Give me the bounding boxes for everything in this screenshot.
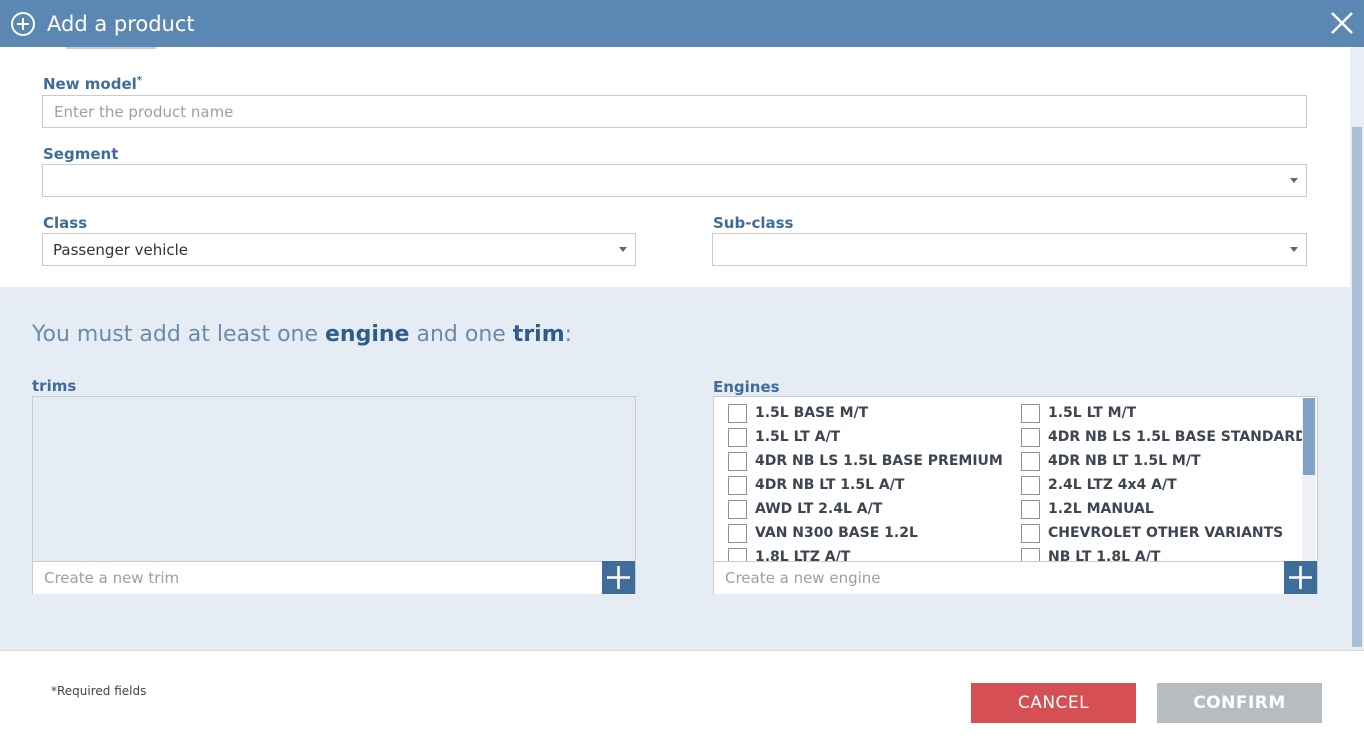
engine-label: 1.8L LTZ A/T: [755, 549, 851, 561]
cancel-button[interactable]: CANCEL: [971, 683, 1136, 723]
engines-scrollbar-thumb[interactable]: [1303, 398, 1315, 475]
segment-select[interactable]: [42, 164, 1307, 197]
create-engine-input[interactable]: [714, 562, 1284, 594]
engine-label: VAN N300 BASE 1.2L: [755, 525, 918, 541]
engine-label: CHEVROLET OTHER VARIANTS: [1048, 525, 1284, 541]
plus-icon: [607, 566, 630, 589]
engine-option[interactable]: 1.5L LT M/T: [1021, 402, 1136, 424]
trims-label: trims: [32, 377, 77, 395]
engine-option[interactable]: 4DR NB LT 1.5L A/T: [728, 474, 904, 496]
engine-label: 1.5L BASE M/T: [755, 405, 869, 421]
class-value: Passenger vehicle: [53, 241, 189, 259]
confirm-button[interactable]: CONFIRM: [1157, 683, 1322, 723]
dialog-scrollbar-thumb[interactable]: [1352, 127, 1362, 647]
engine-label: NB LT 1.8L A/T: [1048, 549, 1161, 561]
engine-option[interactable]: VAN N300 BASE 1.2L: [728, 522, 918, 544]
engine-checkbox[interactable]: [1021, 475, 1040, 495]
engines-scrollbar[interactable]: [1302, 398, 1316, 561]
create-trim-input[interactable]: [33, 562, 602, 594]
engine-checkbox[interactable]: [728, 427, 747, 447]
engine-checkbox[interactable]: [728, 451, 747, 471]
engine-option[interactable]: 4DR NB LS 1.5L BASE PREMIUM: [728, 450, 1003, 472]
engine-checkbox[interactable]: [728, 475, 747, 495]
new-model-label: New model*: [43, 75, 143, 93]
engine-label: 4DR NB LS 1.5L BASE STANDARD: [1048, 429, 1302, 445]
trims-list[interactable]: [32, 396, 636, 594]
caret-down-icon: [1290, 178, 1298, 183]
engine-option[interactable]: 4DR NB LS 1.5L BASE STANDARD: [1021, 426, 1302, 448]
required-fields-note: *Required fields: [51, 684, 147, 698]
engine-label: 4DR NB LS 1.5L BASE PREMIUM: [755, 453, 1003, 469]
engine-checkbox[interactable]: [1021, 547, 1040, 561]
caret-down-icon: [1290, 247, 1298, 252]
add-product-dialog: Add a product New model* Segment Class P…: [0, 0, 1364, 741]
scrolled-content-remnant: [66, 47, 166, 52]
engine-option[interactable]: 4DR NB LT 1.5L M/T: [1021, 450, 1201, 472]
footer-divider: [0, 650, 1364, 651]
create-trim-field[interactable]: [33, 561, 602, 594]
engine-checkbox[interactable]: [728, 403, 747, 423]
engine-label: 4DR NB LT 1.5L M/T: [1048, 453, 1201, 469]
close-icon[interactable]: [1328, 9, 1356, 37]
instruction-text: You must add at least one engine and one…: [32, 322, 573, 347]
new-model-input[interactable]: [43, 96, 1306, 127]
engine-items: 1.5L BASE M/T 1.5L LT M/T 1.5L LT A/T 4DR N…: [714, 397, 1302, 561]
engine-checkbox[interactable]: [728, 499, 747, 519]
engine-label: 2.4L LTZ 4x4 A/T: [1048, 477, 1177, 493]
engine-checkbox[interactable]: [728, 547, 747, 561]
plus-icon: [1289, 566, 1312, 589]
class-select[interactable]: Passenger vehicle: [42, 233, 636, 266]
engine-checkbox[interactable]: [1021, 451, 1040, 471]
engine-option[interactable]: 1.8L LTZ A/T: [728, 546, 850, 561]
required-mark: *: [136, 75, 143, 86]
engines-label: Engines: [713, 378, 780, 396]
add-trim-button[interactable]: [602, 561, 635, 594]
engine-checkbox[interactable]: [728, 523, 747, 543]
engine-checkbox[interactable]: [1021, 499, 1040, 519]
engine-option[interactable]: 1.2L MANUAL: [1021, 498, 1154, 520]
plus-circle-icon: [11, 11, 35, 36]
segment-label: Segment: [43, 145, 119, 163]
add-engine-button[interactable]: [1284, 561, 1317, 594]
engines-list[interactable]: 1.5L BASE M/T 1.5L LT M/T 1.5L LT A/T 4DR N…: [713, 396, 1318, 594]
engine-option[interactable]: NB LT 1.8L A/T: [1021, 546, 1160, 561]
dialog-header: Add a product: [0, 0, 1364, 47]
engine-checkbox[interactable]: [1021, 427, 1040, 447]
dialog-title: Add a product: [47, 11, 195, 36]
caret-down-icon: [619, 247, 627, 252]
engine-label: 1.5L LT A/T: [755, 429, 841, 445]
engine-checkbox[interactable]: [1021, 523, 1040, 543]
subclass-select[interactable]: [712, 233, 1307, 266]
engine-label: 1.2L MANUAL: [1048, 501, 1154, 517]
subclass-label: Sub-class: [713, 214, 794, 232]
engine-option[interactable]: CHEVROLET OTHER VARIANTS: [1021, 522, 1283, 544]
engine-label: 1.5L LT M/T: [1048, 405, 1137, 421]
new-model-field[interactable]: [42, 95, 1307, 128]
dialog-scrollbar[interactable]: [1350, 47, 1364, 651]
engine-label: 4DR NB LT 1.5L A/T: [755, 477, 905, 493]
engine-label: AWD LT 2.4L A/T: [755, 501, 883, 517]
engine-option[interactable]: AWD LT 2.4L A/T: [728, 498, 882, 520]
engine-option[interactable]: 2.4L LTZ 4x4 A/T: [1021, 474, 1177, 496]
class-label: Class: [43, 214, 88, 232]
instruction-trim: trim: [512, 322, 565, 347]
engine-checkbox[interactable]: [1021, 403, 1040, 423]
create-engine-field[interactable]: [714, 561, 1284, 594]
engine-option[interactable]: 1.5L LT A/T: [728, 426, 840, 448]
instruction-engine: engine: [325, 322, 410, 347]
engine-option[interactable]: 1.5L BASE M/T: [728, 402, 868, 424]
